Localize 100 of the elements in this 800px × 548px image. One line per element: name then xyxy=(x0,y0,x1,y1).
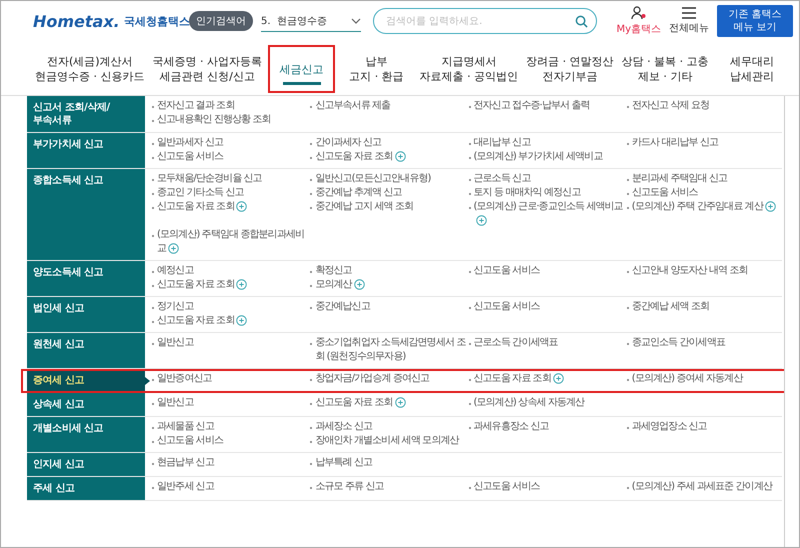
category-link[interactable]: 종합소득세 신고 xyxy=(27,169,145,260)
menu-link[interactable]: 신고내용확인 진행상황 조회 xyxy=(151,113,308,127)
legacy-menu-button[interactable]: 기존 홈택스 메뉴 보기 xyxy=(717,5,793,37)
menu-link[interactable]: (모의계산) 증여세 자동계산 xyxy=(626,372,782,386)
menu-link[interactable]: 과세영업장소 신고 xyxy=(626,420,782,434)
menu-link[interactable]: 신고도움 서비스 xyxy=(626,186,782,200)
category-link[interactable]: 상속세 신고 xyxy=(27,393,145,416)
nav-tab[interactable]: 세금신고 xyxy=(268,45,336,93)
category-link[interactable]: 원천세 신고 xyxy=(27,333,145,368)
plus-circle-icon[interactable] xyxy=(236,278,248,290)
menu-link[interactable]: 중간예납 추계액 신고 xyxy=(309,186,466,200)
nav-tab[interactable]: 전자(세금)계산서 현금영수증 · 신용카드 xyxy=(33,45,146,93)
menu-link[interactable]: 현금납부 신고 xyxy=(151,456,308,470)
menu-link[interactable]: 간이과세자 신고 xyxy=(309,136,466,150)
menu-link[interactable]: 장애인차 개별소비세 세액 모의계산 xyxy=(309,434,466,448)
menu-link[interactable]: 일반주세 신고 xyxy=(151,480,308,494)
category-link[interactable]: 개별소비세 신고 xyxy=(27,417,145,452)
menu-link[interactable]: 카드사 대리납부 신고 xyxy=(626,136,782,150)
menu-link[interactable]: 일반신고 xyxy=(151,396,308,410)
menu-link[interactable]: 신고도움 서비스 xyxy=(151,434,308,448)
menu-link[interactable]: 신고도움 자료 조회 xyxy=(151,200,308,228)
menu-link[interactable]: 신고도움 자료 조회 xyxy=(309,396,466,410)
chevron-down-icon xyxy=(351,18,361,24)
menu-link[interactable]: 소규모 주류 신고 xyxy=(309,480,466,494)
logo-name[interactable]: 국세청홈택스 xyxy=(124,14,190,28)
nav-tab[interactable]: 장려금 · 연말정산 전자기부금 xyxy=(524,45,616,93)
nav-tab[interactable]: 상담 · 불복 · 고충 제보 · 기타 xyxy=(620,45,711,93)
menu-link[interactable]: 근로소득 신고 xyxy=(468,172,624,186)
nav-tab[interactable]: 세무대리 납세관리 xyxy=(714,45,789,93)
menu-link[interactable]: 중소기업취업자 소득세감면명세서 조회 (원천징수의무자용) xyxy=(309,336,466,364)
menu-link[interactable]: 토지 등 매매차익 예정신고 xyxy=(468,186,624,200)
plus-circle-icon[interactable] xyxy=(236,200,248,212)
user-icon xyxy=(630,6,647,20)
menu-link[interactable]: 신고부속서류 제출 xyxy=(309,99,466,113)
nav-tab[interactable]: 납부 고지 · 환급 xyxy=(339,45,414,93)
menu-link[interactable]: 종교인소득 간이세액표 xyxy=(626,336,782,364)
menu-link[interactable]: 신고도움 서비스 xyxy=(468,264,624,278)
menu-link[interactable]: 중간예납신고 xyxy=(309,300,466,314)
plus-circle-icon[interactable] xyxy=(764,200,776,212)
logo-wordmark[interactable]: Hometax. xyxy=(33,12,120,30)
menu-link[interactable]: 확정신고 xyxy=(309,264,466,278)
menu-link[interactable]: 모의계산 xyxy=(309,278,466,292)
menu-link[interactable]: 일반신고(모든신고안내유형) xyxy=(309,172,466,186)
menu-link[interactable]: (모의계산) 주택임대 종합분리과세비교 xyxy=(151,228,308,256)
menu-link[interactable]: 전자신고 접수증·납부서 출력 xyxy=(468,99,624,113)
category-link[interactable]: 주세 신고 xyxy=(27,477,145,500)
menu-link[interactable]: (모의계산) 주택 간주임대료 계산 xyxy=(626,200,782,228)
menu-link[interactable]: (모의계산) 부가가치세 세액비교 xyxy=(468,150,624,164)
menu-link[interactable]: 중간예납 고지 세액 조회 xyxy=(309,200,466,228)
plus-circle-icon[interactable] xyxy=(552,372,564,384)
menu-link[interactable]: 신고도움 서비스 xyxy=(151,150,308,164)
menu-link[interactable]: (모의계산) 근로·종교인소득 세액비교 xyxy=(468,200,624,228)
menu-link[interactable]: (모의계산) 상속세 자동계산 xyxy=(468,396,624,410)
nav-tab[interactable]: 국세증명 · 사업자등록 세금관련 신청/신고 xyxy=(150,45,264,93)
menu-link[interactable]: (모의계산) 주세 과세표준 간이계산 xyxy=(626,480,782,494)
menu-link[interactable]: 신고도움 자료 조회 xyxy=(309,150,466,164)
category-link[interactable]: 법인세 신고 xyxy=(27,297,145,332)
search-field[interactable]: 검색어를 입력하세요. xyxy=(373,8,597,34)
popular-search-dropdown[interactable]: 5. 현금영수증 xyxy=(261,10,361,32)
search-icon[interactable] xyxy=(575,15,588,28)
popular-search-badge: 인기검색어 xyxy=(189,11,253,31)
menu-link[interactable]: 신고안내 양도자산 내역 조회 xyxy=(626,264,782,278)
menu-link[interactable]: 모두채움/단순경비율 신고 xyxy=(151,172,308,186)
category-link[interactable]: 신고서 조회/삭제/ 부속서류 xyxy=(27,96,145,132)
menu-link[interactable]: 중간예납 세액 조회 xyxy=(626,300,782,314)
plus-circle-icon[interactable] xyxy=(236,314,248,326)
menu-link[interactable]: 과세물품 신고 xyxy=(151,420,308,434)
my-hometax-link[interactable]: My홈택스 xyxy=(616,6,661,36)
menu-link[interactable]: 일반과세자 신고 xyxy=(151,136,308,150)
menu-link[interactable]: 신고도움 자료 조회 xyxy=(468,372,624,386)
plus-circle-icon[interactable] xyxy=(394,396,406,408)
menu-link[interactable]: 종교인 기타소득 신고 xyxy=(151,186,308,200)
menu-icon xyxy=(681,7,697,19)
category-link[interactable]: 부가가치세 신고 xyxy=(27,133,145,168)
all-menu-link[interactable]: 전체메뉴 xyxy=(669,7,709,35)
plus-circle-icon[interactable] xyxy=(354,278,365,290)
menu-link[interactable]: 정기신고 xyxy=(151,300,308,314)
plus-circle-icon[interactable] xyxy=(394,150,406,162)
plus-circle-icon[interactable] xyxy=(168,242,180,254)
menu-link[interactable]: 신고도움 자료 조회 xyxy=(151,278,308,292)
menu-link[interactable]: 일반증여신고 xyxy=(151,372,308,386)
category-link[interactable]: 양도소득세 신고 xyxy=(27,261,145,296)
menu-link[interactable]: 납부특례 신고 xyxy=(309,456,466,470)
nav-tab[interactable]: 지급명세서 자료제출 · 공익법인 xyxy=(418,45,520,93)
menu-link[interactable]: 과세유흥장소 신고 xyxy=(468,420,624,434)
plus-circle-icon[interactable] xyxy=(476,214,486,226)
menu-link[interactable]: 대리납부 신고 xyxy=(468,136,624,150)
menu-link[interactable]: 예정신고 xyxy=(151,264,308,278)
menu-link[interactable]: 전자신고 삭제 요청 xyxy=(626,99,782,113)
pointer-arrow-icon xyxy=(145,376,150,384)
category-link[interactable]: 인지세 신고 xyxy=(27,453,145,476)
menu-link[interactable]: 신고도움 서비스 xyxy=(468,300,624,314)
menu-link[interactable]: 창업자금/가업승계 증여신고 xyxy=(309,372,466,386)
menu-link[interactable]: 근로소득 간이세액표 xyxy=(468,336,624,364)
menu-link[interactable]: 일반신고 xyxy=(151,336,308,364)
menu-link[interactable]: 신고도움 자료 조회 xyxy=(151,314,308,328)
menu-link[interactable]: 전자신고 결과 조회 xyxy=(151,99,308,113)
menu-link[interactable]: 분리과세 주택임대 신고 xyxy=(626,172,782,186)
menu-link[interactable]: 신고도움 서비스 xyxy=(468,480,624,494)
menu-link[interactable]: 과세장소 신고 xyxy=(309,420,466,434)
